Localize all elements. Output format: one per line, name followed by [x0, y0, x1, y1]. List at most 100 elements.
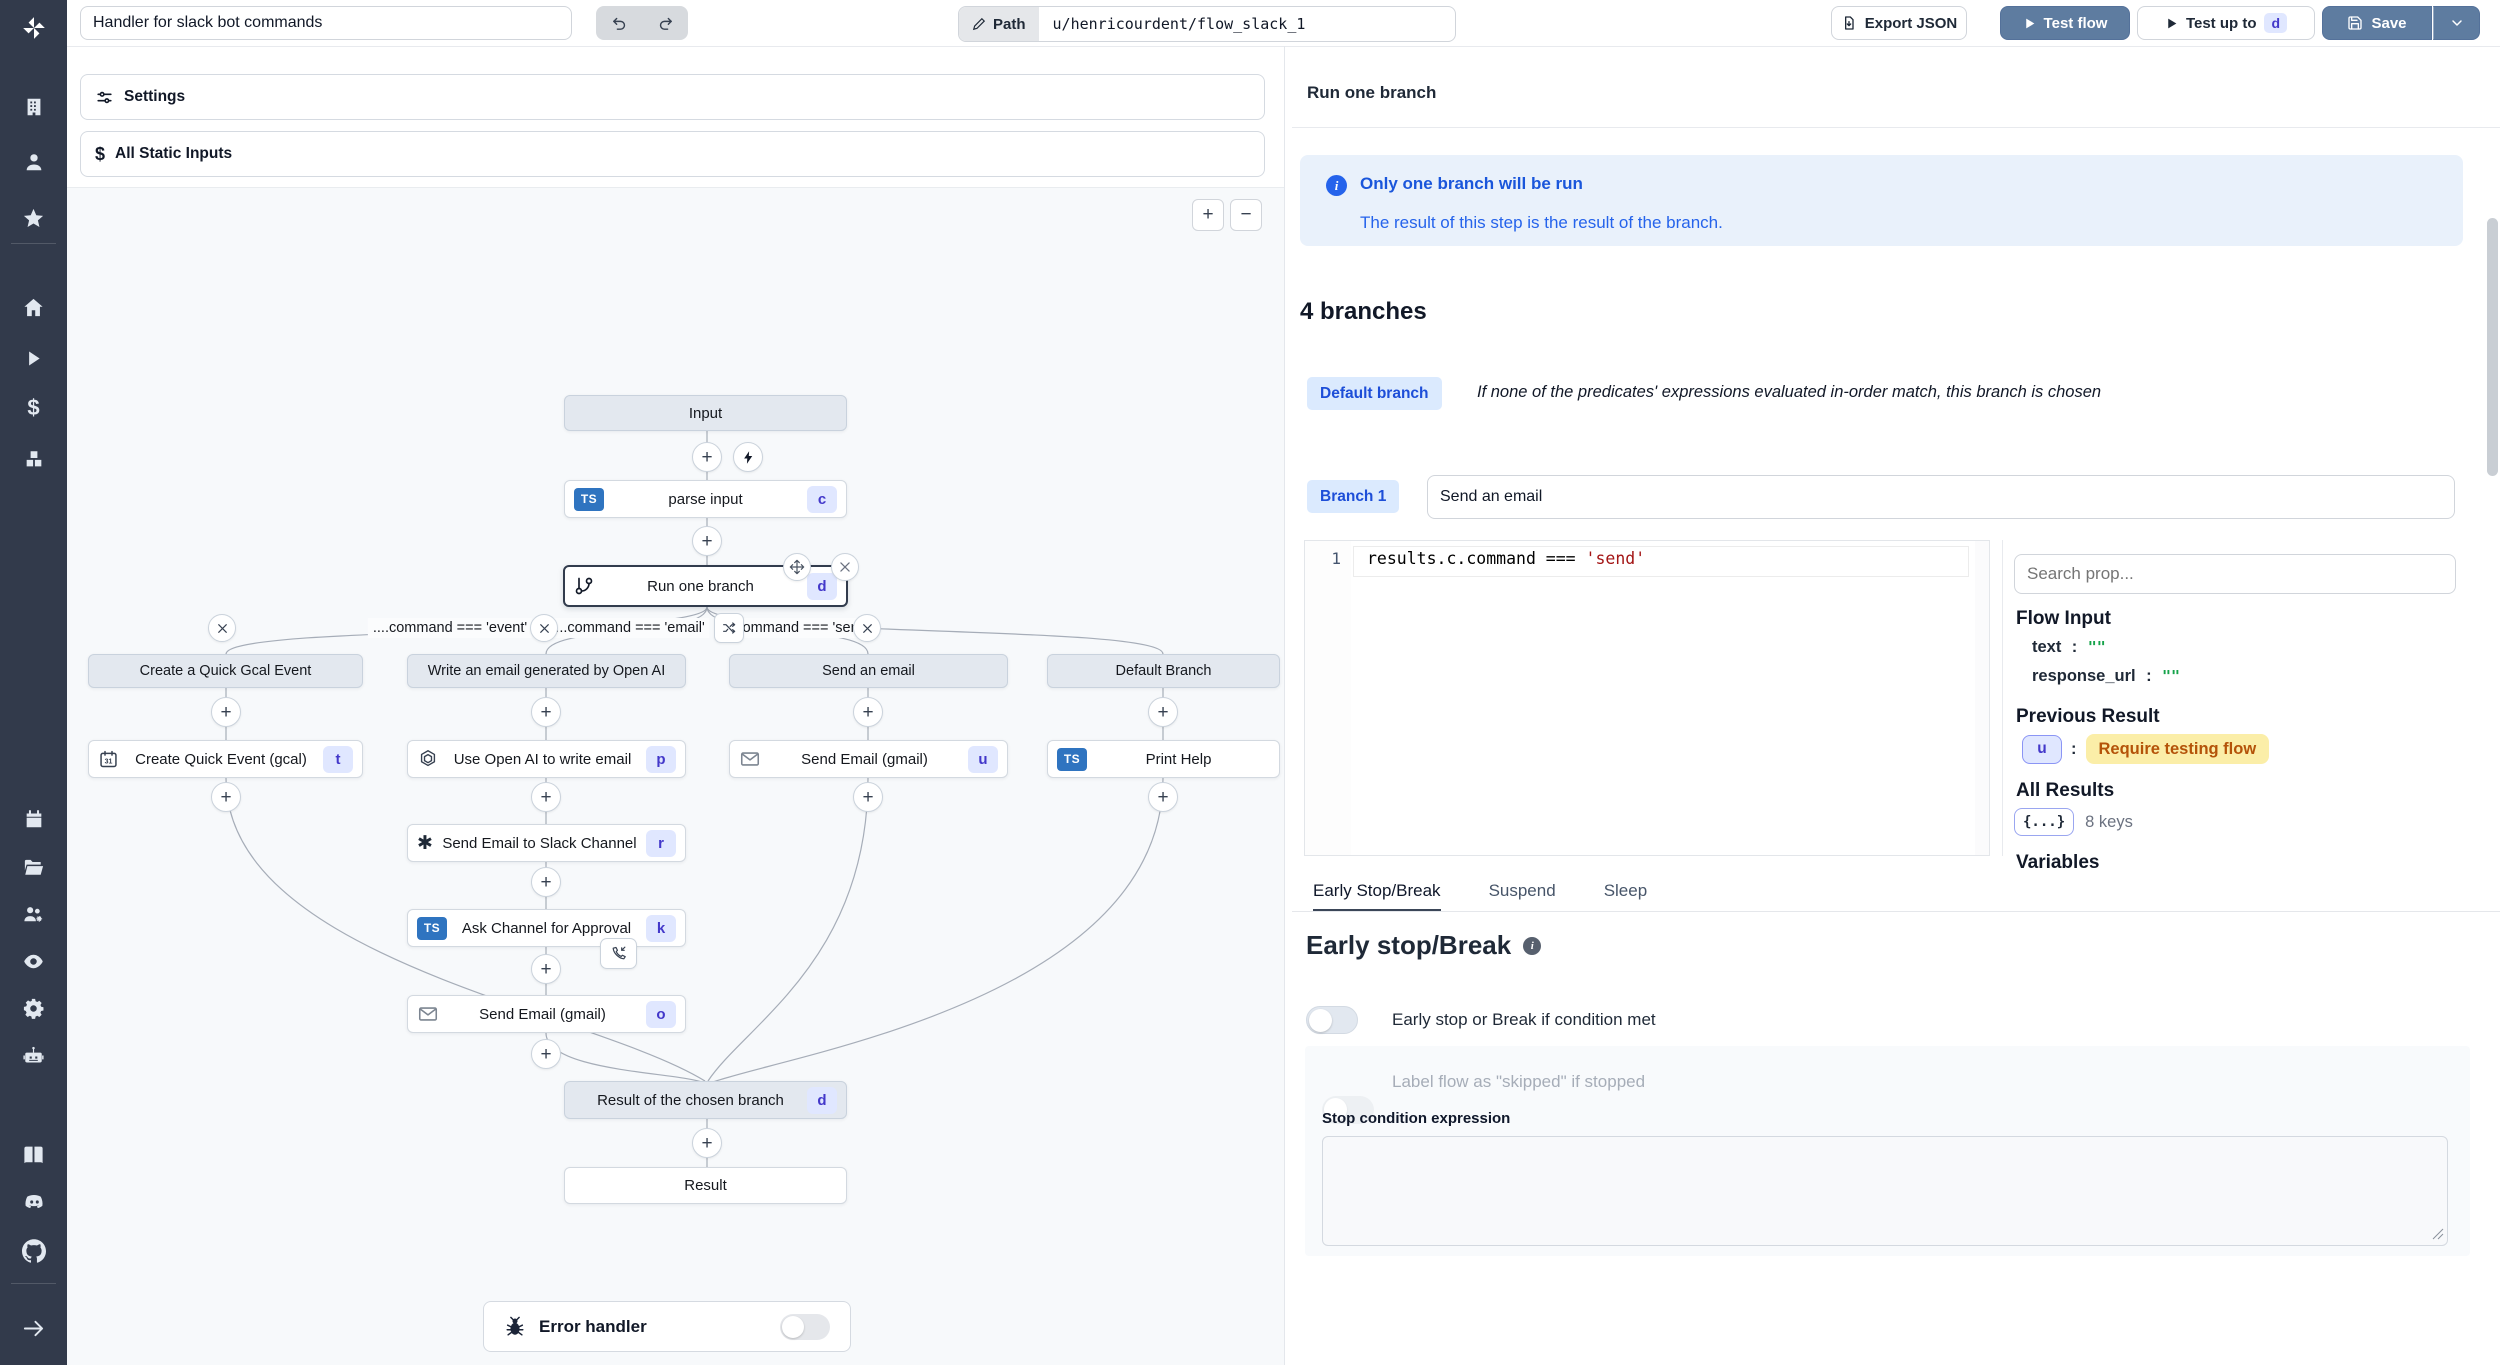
discord-icon[interactable] — [0, 1188, 67, 1218]
info-title: Only one branch will be run — [1360, 174, 1583, 194]
github-icon[interactable] — [0, 1236, 67, 1266]
schedules-icon[interactable] — [0, 804, 67, 834]
previous-result-row[interactable]: u : Require testing flow — [2022, 734, 2269, 764]
windmill-logo[interactable] — [0, 13, 67, 43]
prop-row[interactable]: text : "" — [2032, 638, 2106, 657]
zoom-out-button[interactable]: − — [1230, 199, 1262, 231]
add-step-icon[interactable]: + — [531, 697, 561, 727]
path-value: u/henricourdent/flow_slack_1 — [1039, 7, 1455, 41]
resize-handle-icon[interactable] — [2432, 1228, 2444, 1240]
redo-icon[interactable] — [642, 6, 688, 40]
pane-divider[interactable] — [1284, 46, 1285, 1365]
remove-branch-icon[interactable] — [853, 614, 881, 642]
node-print-help[interactable]: TS Print Help — [1047, 740, 1280, 778]
node-ask-channel-approval[interactable]: TS Ask Channel for Approval k — [407, 909, 686, 947]
error-handler-toggle[interactable] — [780, 1314, 830, 1340]
path-label-segment: Path — [959, 7, 1039, 41]
all-results-row[interactable]: {...} 8 keys — [2014, 808, 2133, 836]
add-step-icon[interactable]: + — [692, 442, 722, 472]
audit-logs-icon[interactable] — [0, 946, 67, 976]
predicate-code-editor[interactable]: 1 results.c.command === 'send' — [1304, 540, 1990, 856]
add-step-icon[interactable]: + — [853, 782, 883, 812]
swap-branch-icon[interactable] — [714, 613, 744, 643]
user-icon[interactable] — [0, 147, 67, 177]
settings-panel-button[interactable]: Settings — [80, 74, 1265, 120]
node-input[interactable]: Input — [564, 395, 847, 431]
trigger-bolt-icon[interactable] — [733, 442, 763, 472]
static-inputs-panel-button[interactable]: $ All Static Inputs — [80, 131, 1265, 177]
delete-step-icon[interactable] — [831, 553, 859, 581]
step-id-badge: o — [646, 1001, 676, 1028]
add-step-icon[interactable]: + — [211, 782, 241, 812]
phone-incoming-icon[interactable] — [600, 938, 637, 969]
branch-header[interactable]: Create a Quick Gcal Event — [88, 654, 363, 688]
add-step-icon[interactable]: + — [853, 697, 883, 727]
branch-header[interactable]: Default Branch — [1047, 654, 1280, 688]
flow-title-input[interactable] — [80, 6, 572, 40]
branch1-summary-input[interactable] — [1427, 475, 2455, 519]
docs-icon[interactable] — [0, 1140, 67, 1170]
step-id-badge[interactable]: u — [2022, 735, 2062, 764]
search-prop-input[interactable] — [2014, 554, 2456, 594]
add-step-icon[interactable]: + — [1148, 782, 1178, 812]
stop-condition-textarea[interactable] — [1322, 1136, 2448, 1246]
node-send-email-gmail-2[interactable]: Send Email (gmail) o — [407, 995, 686, 1033]
save-button[interactable]: Save — [2322, 6, 2432, 40]
info-icon[interactable]: i — [1523, 937, 1541, 955]
variables-icon[interactable]: $ — [0, 393, 67, 423]
node-send-email-gmail[interactable]: Send Email (gmail) u — [729, 740, 1008, 778]
move-step-icon[interactable] — [783, 553, 811, 581]
add-step-icon[interactable]: + — [531, 954, 561, 984]
resources-icon[interactable] — [0, 444, 67, 474]
add-step-icon[interactable]: + — [531, 867, 561, 897]
tab-sleep[interactable]: Sleep — [1604, 872, 1647, 911]
remove-branch-icon[interactable] — [208, 614, 236, 642]
inspector-scrollbar[interactable] — [2487, 218, 2498, 476]
error-handler-label: Error handler — [539, 1317, 767, 1337]
branch-header[interactable]: Write an email generated by Open AI — [407, 654, 686, 688]
prop-picker: Flow Input text : "" response_url : "" P… — [2002, 540, 2486, 868]
remove-branch-icon[interactable] — [530, 614, 558, 642]
zoom-in-button[interactable]: + — [1192, 199, 1224, 231]
add-step-icon[interactable]: + — [692, 526, 722, 556]
tab-early-stop-break[interactable]: Early Stop/Break — [1313, 872, 1441, 911]
add-step-icon[interactable]: + — [692, 1128, 722, 1158]
groups-icon[interactable] — [0, 899, 67, 929]
collapse-icon[interactable] — [0, 1313, 67, 1343]
test-up-to-button[interactable]: Test up to d — [2137, 6, 2315, 40]
home-icon[interactable] — [0, 292, 67, 322]
workers-icon[interactable] — [0, 1041, 67, 1071]
runs-icon[interactable] — [0, 343, 67, 373]
add-step-icon[interactable]: + — [211, 697, 241, 727]
error-handler-box[interactable]: Error handler — [483, 1301, 851, 1352]
workspace-icon[interactable] — [0, 92, 67, 122]
branch-header[interactable]: Send an email — [729, 654, 1008, 688]
add-step-icon[interactable]: + — [1148, 697, 1178, 727]
path-control[interactable]: Path u/henricourdent/flow_slack_1 — [958, 6, 1456, 42]
all-results-count: 8 keys — [2085, 813, 2133, 832]
node-result[interactable]: Result — [564, 1167, 847, 1204]
favorites-icon[interactable] — [0, 203, 67, 233]
node-result-of-branch[interactable]: Result of the chosen branch d — [564, 1081, 847, 1119]
add-step-icon[interactable]: + — [531, 1039, 561, 1069]
settings-icon[interactable] — [0, 993, 67, 1023]
undo-icon[interactable] — [596, 6, 642, 40]
node-create-quick-event[interactable]: 31 Create Quick Event (gcal) t — [88, 740, 363, 778]
node-use-openai[interactable]: Use Open AI to write email p — [407, 740, 686, 778]
flow-editor-app: $ — [0, 0, 2500, 1365]
object-badge[interactable]: {...} — [2014, 808, 2074, 836]
prop-row[interactable]: response_url : "" — [2032, 667, 2180, 686]
early-stop-toggle[interactable] — [1306, 1006, 1358, 1034]
prop-colon: : — [2066, 638, 2084, 656]
add-step-icon[interactable]: + — [531, 782, 561, 812]
editor-scrollbar[interactable] — [1975, 541, 1989, 855]
node-parse-input[interactable]: TS parse input c — [564, 480, 847, 518]
branch-header-label: Create a Quick Gcal Event — [98, 663, 353, 679]
folders-icon[interactable] — [0, 852, 67, 882]
export-json-button[interactable]: Export JSON — [1831, 6, 1967, 40]
sidebar-divider — [11, 243, 56, 244]
node-send-email-slack[interactable]: ✱ Send Email to Slack Channel r — [407, 824, 686, 862]
save-dropdown-button[interactable] — [2433, 6, 2480, 40]
tab-suspend[interactable]: Suspend — [1489, 872, 1556, 911]
test-flow-button[interactable]: Test flow — [2000, 6, 2130, 40]
